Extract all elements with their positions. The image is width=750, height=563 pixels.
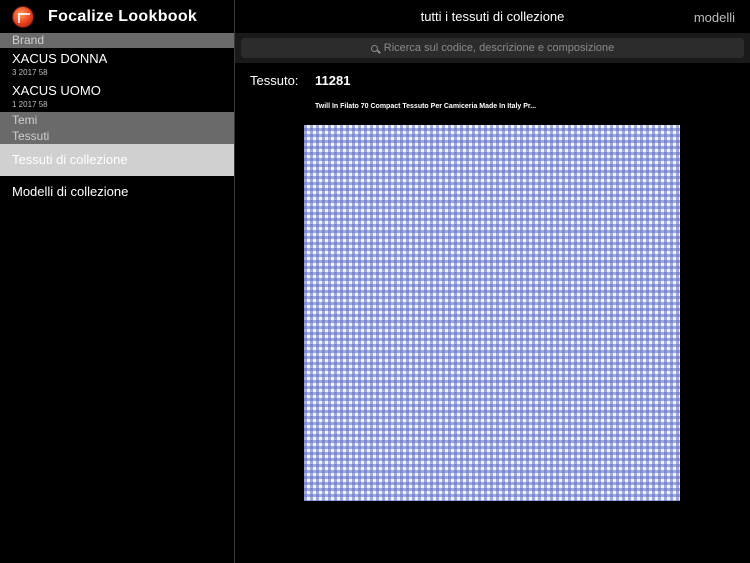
brand-item-xacus-uomo[interactable]: XACUS UOMO 1 2017 58 <box>0 80 234 112</box>
search-placeholder: Ricerca sul codice, descrizione e compos… <box>383 42 615 54</box>
fabric-swatch-image[interactable] <box>304 125 680 501</box>
search-bar-container: Ricerca sul codice, descrizione e compos… <box>235 33 750 63</box>
modelli-button[interactable]: modelli <box>694 10 735 25</box>
tessuto-description: Twill In Filato 70 Compact Tessuto Per C… <box>315 103 537 110</box>
section-header-brand: Brand <box>0 33 234 48</box>
app-title: Focalize Lookbook <box>48 7 198 25</box>
brand-item-xacus-donna[interactable]: XACUS DONNA 3 2017 58 <box>0 48 234 80</box>
section-header-tessuti: Tessuti <box>0 128 234 144</box>
page-title: tutti i tessuti di collezione <box>420 9 565 24</box>
tessuto-row: Tessuto: 11281 <box>250 73 350 88</box>
top-bar: tutti i tessuti di collezione modelli <box>235 0 750 33</box>
search-icon <box>370 44 378 52</box>
section-header-temi: Temi <box>0 112 234 128</box>
search-input[interactable]: Ricerca sul codice, descrizione e compos… <box>241 38 744 58</box>
brand-name: XACUS UOMO <box>12 83 101 98</box>
app-logo-icon <box>12 5 34 28</box>
nav-item-tessuti-di-collezione[interactable]: Tessuti di collezione <box>0 144 234 176</box>
brand-sub: 1 2017 58 <box>12 100 48 109</box>
tessuto-label: Tessuto: <box>250 73 299 88</box>
brand-sub: 3 2017 58 <box>12 68 48 77</box>
main-panel: tutti i tessuti di collezione modelli Ri… <box>235 0 750 563</box>
nav-item-modelli-di-collezione[interactable]: Modelli di collezione <box>0 176 234 208</box>
sidebar-header: Focalize Lookbook <box>0 0 234 33</box>
sidebar: Focalize Lookbook Brand XACUS DONNA 3 20… <box>0 0 235 563</box>
brand-name: XACUS DONNA <box>12 51 108 66</box>
tessuto-code: 11281 <box>315 73 351 88</box>
